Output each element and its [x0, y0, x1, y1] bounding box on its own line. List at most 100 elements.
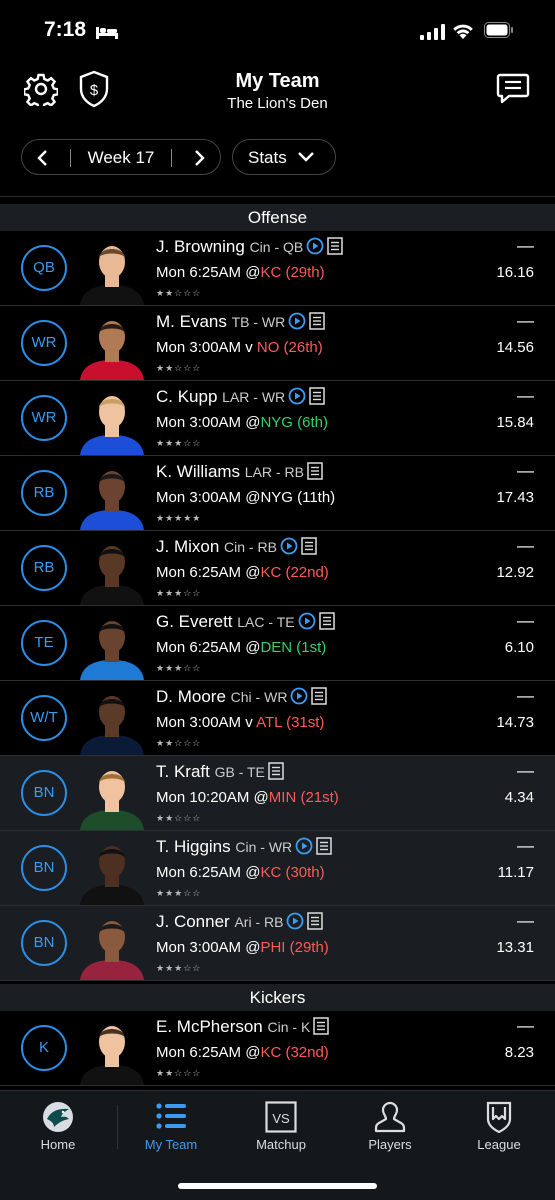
player-row[interactable]: RB K. Williams LAR - RB Mon 3:00AM @NYG (1… [0, 456, 555, 531]
player-name[interactable]: J. Browning [156, 237, 245, 256]
projection-value: — [517, 461, 534, 480]
player-avatar[interactable] [76, 308, 148, 380]
projection-value: — [517, 311, 534, 330]
player-headshot [80, 621, 144, 680]
play-circle-icon[interactable] [286, 912, 304, 930]
player-avatar[interactable] [76, 608, 148, 680]
opponent-rank: KC (32nd) [260, 1044, 329, 1061]
rating-stars: ★★★☆☆ [156, 663, 202, 673]
position-badge[interactable]: BN [21, 770, 67, 816]
opponent-rank: NYG (6th) [260, 414, 328, 431]
tab-matchup[interactable]: VS Matchup [226, 1091, 336, 1161]
play-circle-icon[interactable] [288, 312, 306, 330]
notes-icon[interactable] [307, 462, 323, 480]
stats-dropdown[interactable]: Stats [232, 139, 336, 175]
player-headshot [80, 396, 144, 455]
player-name-line: C. Kupp LAR - WR [156, 387, 325, 407]
position-badge[interactable]: TE [21, 620, 67, 666]
player-name[interactable]: T. Kraft [156, 762, 210, 781]
opponent-rank: KC (22nd) [260, 564, 329, 581]
player-row[interactable]: WR M. Evans TB - WR Mon 3:00AM v NO (26th)… [0, 306, 555, 381]
notes-icon[interactable] [307, 912, 324, 930]
position-badge[interactable]: WR [21, 395, 67, 441]
player-avatar[interactable] [76, 908, 148, 980]
notes-icon[interactable] [309, 387, 325, 405]
player-name[interactable]: C. Kupp [156, 387, 217, 406]
projection-value: — [517, 386, 534, 405]
position-badge[interactable]: WR [21, 320, 67, 366]
notes-icon[interactable] [313, 1017, 330, 1035]
player-row[interactable]: RB J. Mixon Cin - RB Mon 6:25AM @KC (22nd)… [0, 531, 555, 606]
game-info: Mon 3:00AM v NO (26th) [156, 339, 323, 356]
position-badge[interactable]: QB [21, 245, 67, 291]
play-circle-icon[interactable] [290, 687, 308, 705]
player-team-position: Cin - K [267, 1019, 311, 1035]
player-name[interactable]: J. Conner [156, 912, 230, 931]
play-circle-icon[interactable] [306, 237, 324, 255]
player-row[interactable]: WR C. Kupp LAR - WR Mon 3:00AM @NYG (6th) ★… [0, 381, 555, 456]
rating-stars: ★★☆☆☆ [156, 288, 202, 298]
player-row[interactable]: TE G. Everett LAC - TE Mon 6:25AM @DEN (1s… [0, 606, 555, 681]
player-avatar[interactable] [76, 683, 148, 755]
projection-value: — [517, 536, 534, 555]
play-circle-icon[interactable] [298, 612, 316, 630]
player-name[interactable]: G. Everett [156, 612, 233, 631]
player-avatar[interactable] [76, 458, 148, 530]
player-row[interactable]: W/T D. Moore Chi - WR Mon 3:00AM v ATL (31… [0, 681, 555, 756]
position-badge[interactable]: W/T [21, 695, 67, 741]
fantasy-points: 16.16 [496, 264, 534, 281]
position-badge[interactable]: RB [21, 470, 67, 516]
fantasy-points: 11.17 [497, 864, 534, 881]
player-name[interactable]: K. Williams [156, 462, 240, 481]
player-name[interactable]: E. McPherson [156, 1017, 263, 1036]
player-name[interactable]: M. Evans [156, 312, 227, 331]
tab-my-team[interactable]: My Team [116, 1091, 226, 1161]
notes-icon[interactable] [301, 537, 317, 555]
player-name-line: M. Evans TB - WR [156, 312, 325, 332]
divider [0, 196, 555, 197]
chat-icon[interactable] [496, 72, 530, 104]
player-avatar[interactable] [76, 833, 148, 905]
play-circle-icon[interactable] [280, 537, 298, 555]
player-headshot [80, 921, 144, 980]
player-headshot [80, 546, 144, 605]
fantasy-points: 6.10 [504, 639, 534, 656]
notes-icon[interactable] [309, 312, 325, 330]
player-row[interactable]: K E. McPherson Cin - K Mon 6:25AM @KC (32n… [0, 1011, 555, 1086]
player-row[interactable]: BN T. Higgins Cin - WR Mon 6:25AM @KC (30t… [0, 831, 555, 906]
chevron-left-icon[interactable] [36, 149, 48, 167]
position-badge[interactable]: BN [21, 920, 67, 966]
notes-icon[interactable] [316, 837, 332, 855]
tab-league[interactable]: League [444, 1091, 554, 1161]
chevron-right-icon[interactable] [194, 149, 206, 167]
player-name[interactable]: D. Moore [156, 687, 226, 706]
notes-icon[interactable] [268, 762, 284, 780]
player-name[interactable]: J. Mixon [156, 537, 219, 556]
notes-icon[interactable] [318, 612, 335, 630]
position-badge[interactable]: K [21, 1025, 67, 1071]
shield-flag-icon [486, 1101, 512, 1133]
player-avatar[interactable] [76, 1013, 148, 1085]
player-row[interactable]: BN T. Kraft GB - TE Mon 10:20AM @MIN (21st… [0, 756, 555, 831]
game-time: Mon 10:20AM @ [156, 789, 269, 806]
player-avatar[interactable] [76, 383, 148, 455]
notes-icon[interactable] [327, 237, 343, 255]
tab-home[interactable]: Home [3, 1091, 113, 1161]
player-row[interactable]: BN J. Conner Ari - RB Mon 3:00AM @PHI (29t… [0, 906, 555, 981]
projection-value: — [517, 911, 534, 930]
rating-stars: ★★★★★ [156, 513, 202, 523]
player-row[interactable]: QB J. Browning Cin - QB Mon 6:25AM @KC (29… [0, 231, 555, 306]
tab-players[interactable]: Players [335, 1091, 445, 1161]
play-circle-icon[interactable] [295, 837, 313, 855]
player-name[interactable]: T. Higgins [156, 837, 231, 856]
notes-icon[interactable] [311, 687, 328, 705]
position-badge[interactable]: BN [21, 845, 67, 891]
player-team-position: Chi - WR [230, 689, 288, 705]
player-avatar[interactable] [76, 758, 148, 830]
play-circle-icon[interactable] [288, 387, 306, 405]
position-badge[interactable]: RB [21, 545, 67, 591]
player-avatar[interactable] [76, 233, 148, 305]
projection-value: — [517, 686, 534, 705]
vs-icon: VS [265, 1101, 297, 1133]
player-avatar[interactable] [76, 533, 148, 605]
